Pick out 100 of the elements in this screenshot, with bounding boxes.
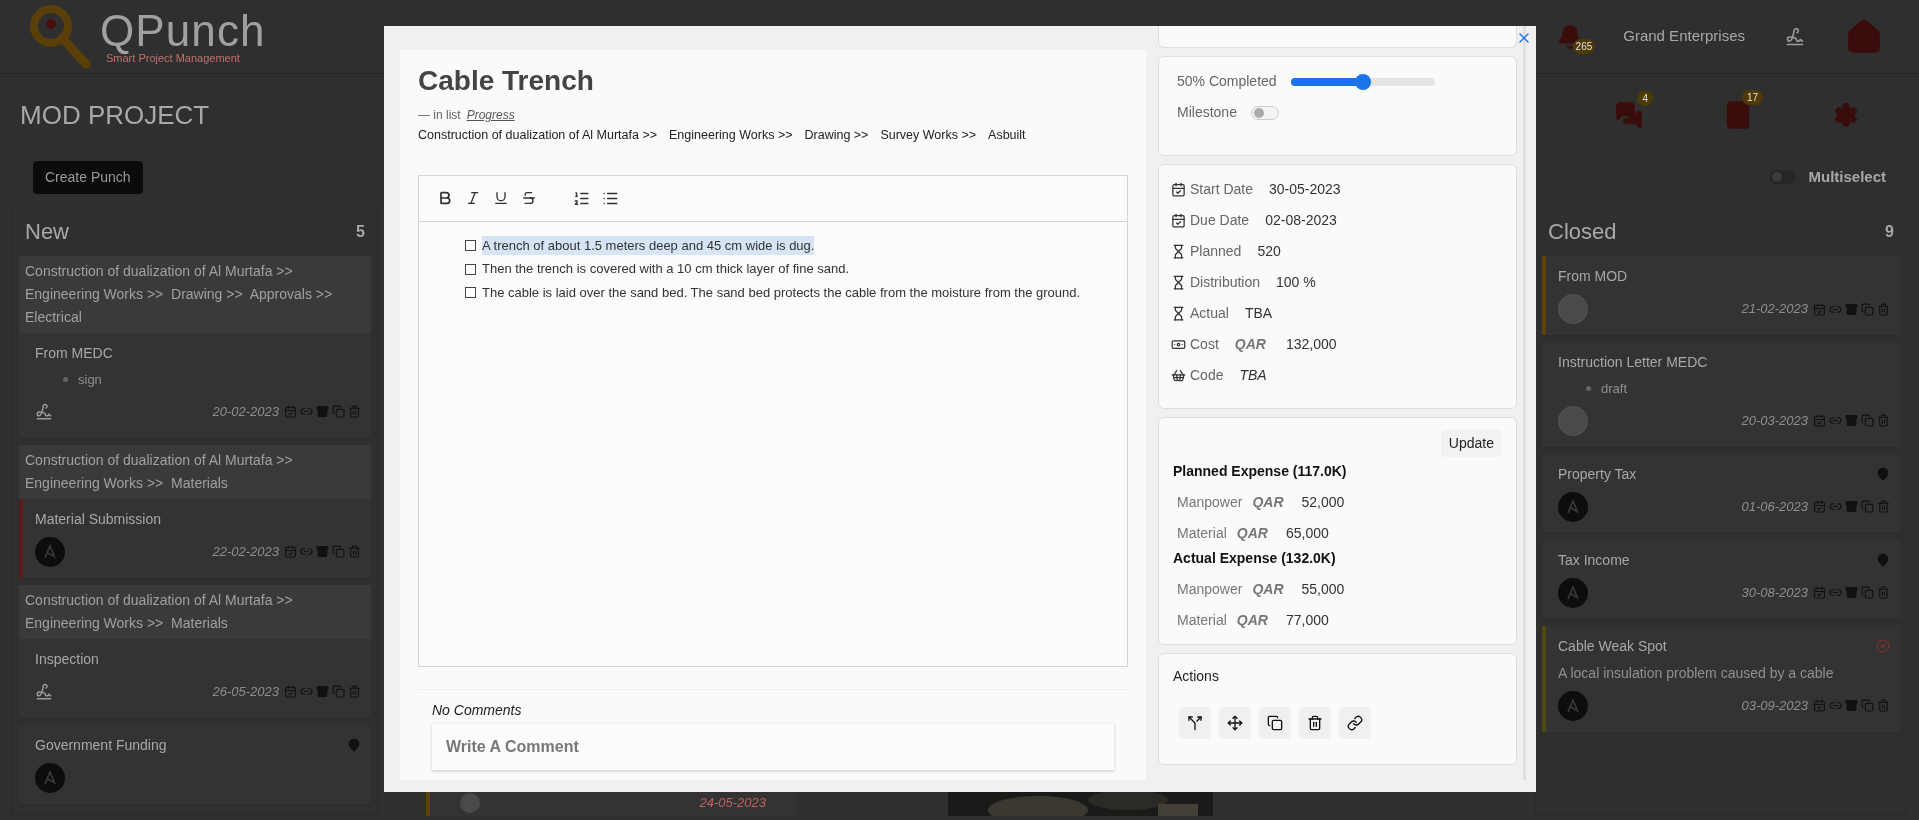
card-date: 30-08-2023 [1741,583,1808,602]
punch-card[interactable]: Inspection 26-05-2023 [19,638,371,719]
trash-icon[interactable] [348,405,361,418]
punch-card[interactable]: Tax Income 30-08-2023 [1542,539,1900,620]
copy-icon[interactable] [1861,302,1874,316]
copy-icon[interactable] [332,545,345,558]
archive-icon[interactable] [316,685,329,698]
expense-title: Actual Expense (132.0K) [1173,549,1337,568]
punch-card[interactable]: Property Tax 01-06-2023 [1542,453,1900,534]
trash-icon[interactable] [348,685,361,698]
link-icon[interactable] [1829,586,1842,599]
breadcrumb-item[interactable]: Drawing >> [804,126,869,145]
archive-icon[interactable] [1845,302,1858,316]
checkbox[interactable] [465,287,476,298]
card-title: Inspection [35,649,99,669]
chat-icon[interactable] [1615,101,1643,129]
card-date: 22-02-2023 [212,542,279,561]
breadcrumb-item[interactable]: Engineering Works >> [669,126,793,145]
numbered-list-icon[interactable] [573,189,590,207]
trash-icon[interactable] [1877,586,1890,599]
expense-value: 52,000 [1301,493,1345,512]
copy-icon[interactable] [1861,699,1874,712]
calendar-icon[interactable] [1813,414,1826,427]
punch-card[interactable]: Material Submission 22-02-2023 [19,498,371,579]
milestone-toggle[interactable] [1250,105,1279,120]
split-button[interactable] [1179,707,1211,739]
punch-card[interactable]: Instruction Letter MEDC draft 20-03-2023 [1542,342,1900,448]
slider-thumb[interactable] [1354,73,1371,90]
strikethrough-icon[interactable] [521,190,537,207]
project-title: MOD PROJECT [20,98,210,132]
signature-icon [35,402,53,421]
breadcrumb-item[interactable]: Survey Works >> [880,126,977,145]
link-icon[interactable] [1829,414,1842,427]
calendar-icon[interactable] [284,405,297,418]
calendar-icon [1171,213,1186,228]
calendar-icon[interactable] [1813,699,1826,712]
punch-card[interactable]: Cable Weak Spot A local insulation problem caused by a cable 03-09-2023 [1542,625,1900,733]
copy-icon[interactable] [332,685,345,698]
punch-card[interactable]: Government Funding [19,724,371,805]
archive-icon[interactable] [1845,414,1858,427]
link-icon[interactable] [300,545,313,558]
card-bullet: draft [1601,380,1627,398]
punch-card[interactable]: From MEDC sign 20-02-2023 [19,333,371,439]
archive-icon[interactable] [316,545,329,558]
archive-icon[interactable] [1845,586,1858,599]
home-icon[interactable] [1845,17,1883,56]
expense-label: Manpower [1177,493,1243,512]
archive-icon[interactable] [1845,699,1858,712]
link-icon[interactable] [300,685,313,698]
expense-label: Manpower [1177,580,1243,599]
list-link[interactable]: Progress [466,106,515,124]
trash-icon[interactable] [1877,699,1890,712]
archive-icon[interactable] [1845,500,1858,513]
calendar-icon[interactable] [284,545,297,558]
count-badge: 17 [1741,90,1763,105]
italic-icon[interactable] [465,190,481,207]
trash-icon[interactable] [1877,500,1890,513]
update-button[interactable]: Update [1440,430,1502,457]
delete-button[interactable] [1299,707,1331,739]
copy-icon[interactable] [332,405,345,418]
calendar-icon[interactable] [1813,500,1826,513]
link-button[interactable] [1339,707,1371,739]
checkbox[interactable] [465,263,476,275]
detail-label: Code [1190,366,1224,385]
link-icon[interactable] [1829,699,1842,712]
punch-card[interactable]: From MOD 21-02-2023 [1542,256,1900,336]
bold-icon[interactable] [437,190,453,207]
signature-icon[interactable] [1785,26,1805,47]
copy-button[interactable] [1259,707,1291,739]
link-icon[interactable] [300,405,313,418]
create-punch-button[interactable]: Create Punch [33,160,143,194]
link-icon[interactable] [1829,500,1842,513]
comment-input[interactable]: Write A Comment [432,724,1114,770]
card-title: Instruction Letter MEDC [1558,353,1708,372]
card-description: A local insulation problem caused by a cable [1558,663,1835,683]
trash-icon[interactable] [1877,414,1890,427]
breadcrumb-item[interactable]: Asbuilt [988,126,1026,145]
company-name[interactable]: Grand Enterprises [1623,25,1745,48]
archive-icon[interactable] [316,405,329,418]
milestone-label: Milestone [1177,103,1237,122]
bullet-icon [63,377,68,383]
trash-icon[interactable] [348,545,361,558]
breadcrumb-item[interactable]: Construction of dualization of Al Murtafa >> [418,126,658,145]
move-button[interactable] [1219,707,1251,739]
settings-icon[interactable] [1833,102,1859,128]
copy-icon[interactable] [1861,500,1874,513]
calendar-icon[interactable] [1813,586,1826,599]
hidden-card[interactable]: 24-05-2023 [426,790,796,816]
expense-title: Planned Expense (117.0K) [1173,462,1348,481]
remove-icon[interactable] [1876,639,1890,653]
copy-icon[interactable] [1861,414,1874,427]
underline-icon[interactable] [493,190,509,207]
calendar-icon[interactable] [284,685,297,698]
checkbox[interactable] [465,240,476,251]
trash-icon[interactable] [1877,302,1890,316]
hourglass-icon [1171,306,1186,321]
avatar-icon [1558,577,1588,608]
checklist-text: A trench of about 1.5 meters deep and 45 cm wide is dug. [482,235,815,256]
copy-icon[interactable] [1861,586,1874,599]
calendar-icon[interactable] [1813,302,1826,316]
